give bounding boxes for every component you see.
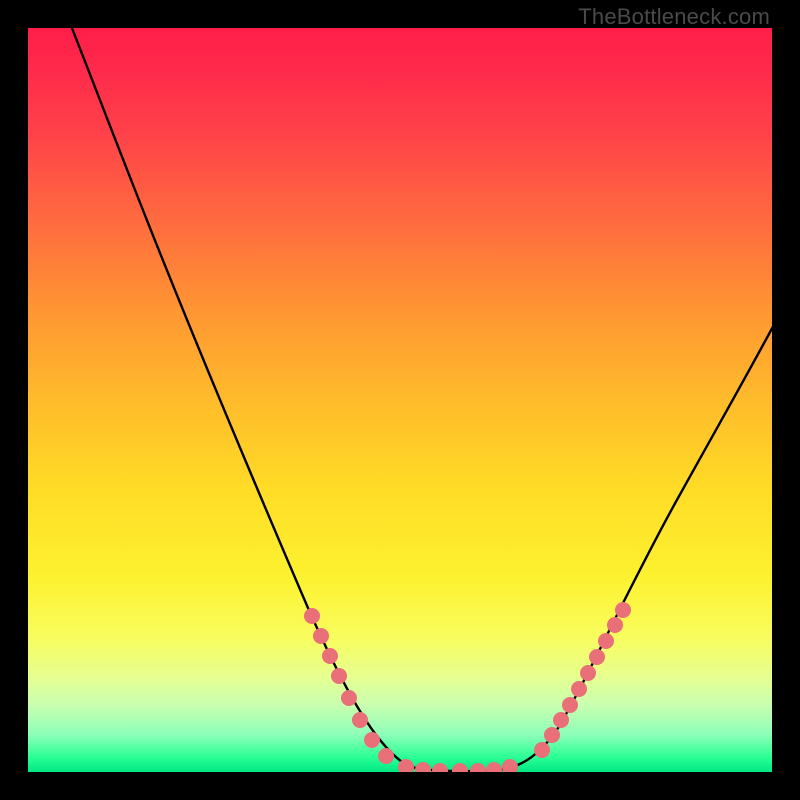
marker-cluster-bottom [398, 759, 518, 772]
bottleneck-curve [28, 28, 772, 772]
watermark-text: TheBottleneck.com [578, 4, 770, 30]
curve-path [64, 28, 772, 771]
chart-frame: TheBottleneck.com [0, 0, 800, 800]
marker-cluster-right [534, 602, 631, 758]
plot-area [28, 28, 772, 772]
